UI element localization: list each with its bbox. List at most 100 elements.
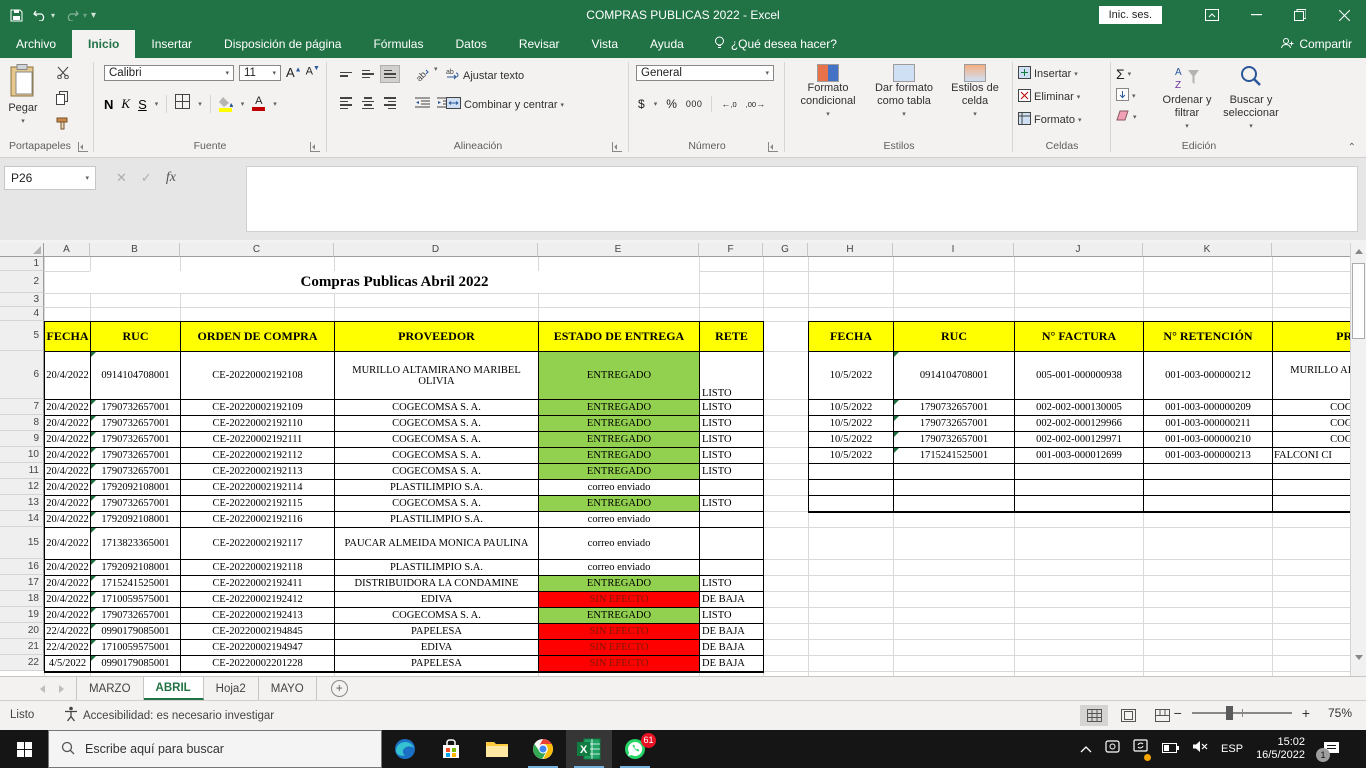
cell-empty[interactable] xyxy=(1273,464,1351,480)
cell-fecha[interactable]: 20/4/2022 xyxy=(45,592,91,608)
column-header-D[interactable]: D xyxy=(334,243,538,257)
taskbar-store-icon[interactable] xyxy=(428,730,474,768)
taskbar-excel-icon[interactable]: X xyxy=(566,730,612,768)
align-right-icon[interactable] xyxy=(380,94,400,112)
cell-fecha[interactable]: 20/4/2022 xyxy=(45,480,91,496)
cell-fecha[interactable]: 20/4/2022 xyxy=(45,416,91,432)
insert-function-icon[interactable]: fx xyxy=(166,170,176,186)
taskbar-search-input[interactable]: Escribe aquí para buscar xyxy=(48,730,382,768)
cell-ruc[interactable]: 1715241525001 xyxy=(91,576,181,592)
accounting-format-icon[interactable]: $ xyxy=(638,97,645,111)
cell-estado[interactable]: ENTREGADO xyxy=(539,352,700,400)
cell-estado[interactable]: ENTREGADO xyxy=(539,576,700,592)
tray-chevron-icon[interactable] xyxy=(1080,740,1092,758)
cell-fecha[interactable]: 20/4/2022 xyxy=(45,352,91,400)
page-break-view-icon[interactable] xyxy=(1148,705,1176,726)
row-header-11[interactable]: 11 xyxy=(0,463,44,479)
cell-ruc[interactable]: 1790732657001 xyxy=(894,416,1015,432)
share-button[interactable]: Compartir xyxy=(1280,30,1352,58)
cell-orden[interactable]: CE-20220002192118 xyxy=(181,560,335,576)
column-header-K[interactable]: K xyxy=(1143,243,1272,257)
cell-rete[interactable]: LISTO xyxy=(700,432,764,448)
row-header-22[interactable]: 22 xyxy=(0,655,44,671)
cell-empty[interactable] xyxy=(1015,480,1144,496)
taskbar-chrome-icon[interactable] xyxy=(520,730,566,768)
cell-empty[interactable] xyxy=(894,496,1015,512)
clock[interactable]: 15:0216/5/2022 xyxy=(1256,736,1305,762)
copy-icon[interactable] xyxy=(56,91,70,110)
collapse-ribbon-icon[interactable]: ⌃ xyxy=(1348,142,1356,153)
cell-rete[interactable]: LISTO xyxy=(700,416,764,432)
column-title[interactable]: RUC xyxy=(894,322,1015,352)
cell-proveedor[interactable]: COGECOMSA S. A. xyxy=(335,464,539,480)
column-title[interactable]: FECHA xyxy=(809,322,894,352)
cell-proveedor[interactable]: PAPELESA xyxy=(335,624,539,640)
cell-orden[interactable]: CE-20220002192117 xyxy=(181,528,335,560)
sign-in-button[interactable]: Inic. ses. xyxy=(1099,6,1162,24)
font-name-select[interactable]: Calibri▾ xyxy=(104,65,234,81)
cell-ruc[interactable]: 0914104708001 xyxy=(894,352,1015,400)
align-left-icon[interactable] xyxy=(336,94,356,112)
cell-estado[interactable]: correo enviado xyxy=(539,560,700,576)
cell-rete[interactable]: LISTO xyxy=(700,352,764,400)
cell-retencion[interactable]: 001-003-000000210 xyxy=(1144,432,1273,448)
cell-estado[interactable]: correo enviado xyxy=(539,480,700,496)
cell-rete[interactable] xyxy=(700,560,764,576)
cell-rete[interactable]: LISTO xyxy=(700,448,764,464)
row-header-4[interactable]: 4 xyxy=(0,307,44,321)
cell-proveedor[interactable]: COGECOMSA S. A. xyxy=(335,432,539,448)
cancel-icon[interactable]: ✕ xyxy=(116,170,127,186)
cell-orden[interactable]: CE-20220002192413 xyxy=(181,608,335,624)
zoom-slider[interactable] xyxy=(1192,712,1292,714)
cell-ruc[interactable]: 1790732657001 xyxy=(894,400,1015,416)
percent-style-icon[interactable]: % xyxy=(666,97,677,111)
cell-proveedor[interactable]: FALCONI CI xyxy=(1273,448,1351,464)
formula-input[interactable] xyxy=(246,166,1358,232)
cell-rete[interactable]: LISTO xyxy=(700,400,764,416)
comma-style-icon[interactable]: 000 xyxy=(686,99,703,109)
prev-sheet-icon[interactable] xyxy=(40,685,45,693)
cell-proveedor[interactable]: PAPELESA xyxy=(335,656,539,672)
column-title[interactable]: PROVEEDOR xyxy=(335,322,539,352)
sheet-title-cell[interactable]: Compras Publicas Abril 2022 xyxy=(90,271,699,293)
menu-tab-archivo[interactable]: Archivo xyxy=(0,30,72,58)
column-title[interactable]: ESTADO DE ENTREGA xyxy=(539,322,700,352)
cell-ruc[interactable]: 1792092108001 xyxy=(91,560,181,576)
cell-proveedor[interactable]: EDIVA xyxy=(335,592,539,608)
cell-empty[interactable] xyxy=(1144,464,1273,480)
cell-empty[interactable] xyxy=(809,480,894,496)
cell-rete[interactable]: LISTO xyxy=(700,496,764,512)
cell-fecha[interactable]: 20/4/2022 xyxy=(45,528,91,560)
cell-ruc[interactable]: 1790732657001 xyxy=(91,448,181,464)
column-title[interactable]: FECHA xyxy=(45,322,91,352)
cell-fecha[interactable]: 20/4/2022 xyxy=(45,512,91,528)
row-header-1[interactable]: 1 xyxy=(0,257,44,271)
row-header-14[interactable]: 14 xyxy=(0,511,44,527)
row-header-13[interactable]: 13 xyxy=(0,495,44,511)
sheet-tab-marzo[interactable]: MARZO xyxy=(76,677,144,700)
cell-orden[interactable]: CE-20220002194947 xyxy=(181,640,335,656)
restore-button[interactable] xyxy=(1278,0,1322,30)
next-sheet-icon[interactable] xyxy=(59,685,64,693)
menu-tab-datos[interactable]: Datos xyxy=(439,30,502,58)
redo-dropdown-icon[interactable]: ▾ xyxy=(83,11,87,20)
cell-empty[interactable] xyxy=(1015,496,1144,512)
cell-orden[interactable]: CE-20220002192114 xyxy=(181,480,335,496)
number-dialog-launcher-icon[interactable] xyxy=(768,142,778,152)
clear-icon[interactable] xyxy=(1116,110,1130,124)
cell-rete[interactable]: DE BAJA xyxy=(700,656,764,672)
cell-ruc[interactable]: 0990179085001 xyxy=(91,656,181,672)
row-header-2[interactable]: 2 xyxy=(0,271,44,293)
cell-fecha[interactable]: 20/4/2022 xyxy=(45,496,91,512)
cell-ruc[interactable]: 1790732657001 xyxy=(91,416,181,432)
cell-orden[interactable]: CE-20220002192411 xyxy=(181,576,335,592)
normal-view-icon[interactable] xyxy=(1080,705,1108,726)
cell-fecha[interactable]: 4/5/2022 xyxy=(45,656,91,672)
column-header-G[interactable]: G xyxy=(763,243,808,257)
cell-rete[interactable]: LISTO xyxy=(700,464,764,480)
sheet-tab-abril[interactable]: ABRIL xyxy=(144,677,204,700)
row-header-5[interactable]: 5 xyxy=(0,321,44,351)
close-button[interactable] xyxy=(1322,0,1366,30)
row-header-10[interactable]: 10 xyxy=(0,447,44,463)
column-header-E[interactable]: E xyxy=(538,243,699,257)
